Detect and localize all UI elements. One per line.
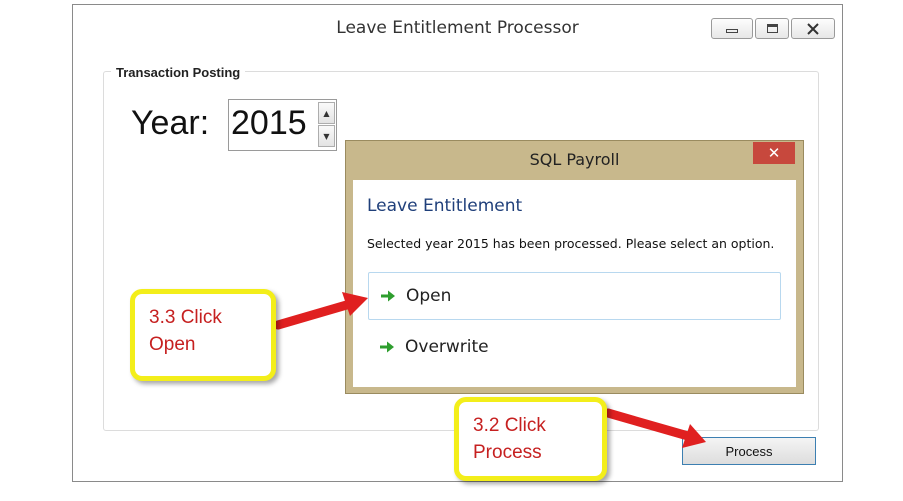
callout-line: 3.2 Click <box>473 415 546 436</box>
arrow-to-open-icon <box>273 292 368 330</box>
annotation-arrows <box>273 292 706 448</box>
arrow-to-process-icon <box>603 408 706 448</box>
callout-click-open: 3.3 Click Open <box>130 289 276 381</box>
callout-line: Open <box>149 334 196 355</box>
callout-line: Process <box>473 442 542 463</box>
callout-line: 3.3 Click <box>149 307 222 328</box>
callout-click-process: 3.2 Click Process <box>454 397 607 481</box>
